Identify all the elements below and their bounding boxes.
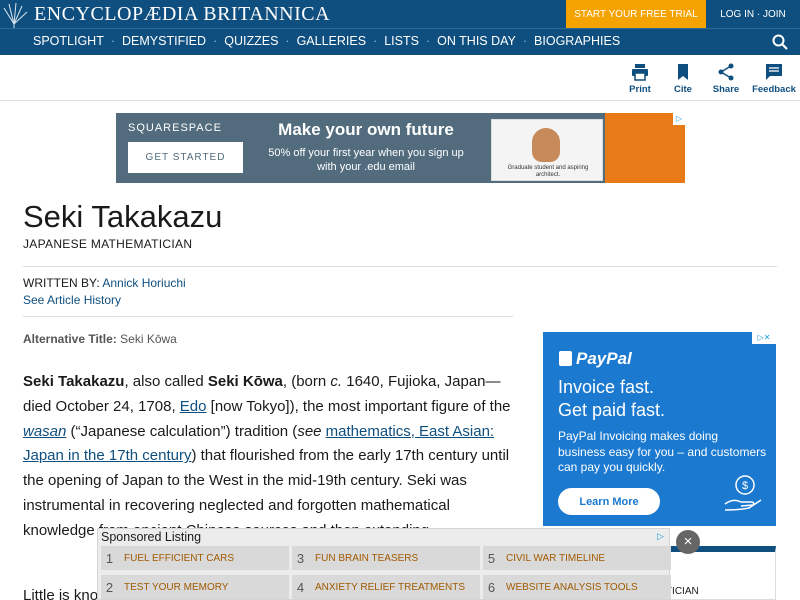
share-icon (718, 63, 734, 81)
sponsored-item-label: FUN BRAIN TEASERS (315, 552, 419, 564)
sponsored-item-number: 2 (105, 579, 114, 595)
nav-demystified[interactable]: DEMYSTIFIED (122, 34, 206, 48)
squarespace-banner-ad[interactable]: SQUARESPACE GET STARTED Make your own fu… (116, 113, 685, 183)
sponsored-item[interactable]: 6 WEBSITE ANALYSIS TOOLS (483, 575, 671, 599)
feedback-button[interactable]: Feedback (749, 63, 799, 95)
adchoices-icon[interactable]: ▷ (657, 531, 667, 541)
see-word: see (297, 422, 322, 440)
article-paragraph-2: Little is kno (23, 587, 99, 600)
nav-biographies[interactable]: BIOGRAPHIES (534, 34, 620, 48)
learn-more-button[interactable]: Learn More (558, 488, 660, 515)
paypal-headline-2: Get paid fast. (558, 400, 666, 420)
feedback-label: Feedback (752, 84, 796, 95)
nav-quizzes[interactable]: QUIZZES (224, 34, 278, 48)
ad-headline: Make your own future (278, 120, 454, 139)
hand-dollar-icon: $ (724, 475, 762, 511)
main-nav: SPOTLIGHT · DEMYSTIFIED · QUIZZES · GALL… (0, 28, 800, 55)
bold-alt-name: Seki Kōwa (207, 373, 283, 390)
text-run: , (born (282, 373, 331, 390)
text-run: [now Tokyo]), the most important figure … (206, 397, 511, 415)
nav-separator: · (110, 34, 116, 48)
nav-lists[interactable]: LISTS (384, 34, 419, 48)
nav-separator: · (213, 34, 218, 48)
nav-separator: · (373, 34, 378, 48)
share-label: Share (712, 84, 740, 95)
print-label: Print (629, 84, 651, 95)
paypal-logo-text: PayPal (576, 349, 632, 368)
text-run: (“Japanese calculation”) tradition ( (66, 422, 298, 440)
paypal-headline: Invoice fast. Get paid fast. (558, 376, 768, 422)
nav-separator: · (522, 34, 528, 48)
sponsored-item[interactable]: 1 FUEL EFFICIENT CARS (101, 546, 289, 570)
paypal-logo: PayPal (559, 349, 632, 369)
written-by: WRITTEN BY: Annick Horiuchi (23, 276, 186, 290)
free-trial-button[interactable]: START YOUR FREE TRIAL (566, 0, 706, 28)
alt-title-label: Alternative Title: (23, 332, 117, 346)
paypal-ad[interactable]: PayPal Invoice fast. Get paid fast. PayP… (543, 332, 776, 526)
nav-spotlight[interactable]: SPOTLIGHT (33, 34, 104, 48)
paypal-headline-1: Invoice fast. (558, 377, 655, 397)
bold-name: Seki Takakazu (23, 373, 125, 390)
paypal-icon (559, 351, 572, 366)
get-started-button[interactable]: GET STARTED (128, 142, 243, 173)
paypal-body: PayPal Invoicing makes doing business ea… (558, 429, 767, 474)
alt-title-value: Seki Kōwa (120, 332, 177, 346)
sponsored-item[interactable]: 2 TEST YOUR MEMORY (101, 575, 289, 599)
article-paragraph: Seki Takakazu, also called Seki Kōwa, (b… (23, 370, 523, 544)
wasan-link[interactable]: wasan (23, 423, 66, 440)
close-sponsored-button[interactable]: × (676, 530, 700, 554)
circa: c. (330, 373, 343, 390)
cite-label: Cite (674, 84, 692, 95)
ad-subline: 50% off your first year when you sign up… (268, 147, 464, 173)
search-icon[interactable] (772, 34, 788, 50)
share-button[interactable]: Share (701, 63, 751, 95)
divider (23, 266, 777, 267)
nav-galleries[interactable]: GALLERIES (297, 34, 366, 48)
alternative-title: Alternative Title: Seki Kōwa (23, 332, 177, 346)
sponsored-item-label: FUEL EFFICIENT CARS (124, 552, 235, 564)
nav-on-this-day[interactable]: ON THIS DAY (437, 34, 516, 48)
edo-link[interactable]: Edo (180, 398, 207, 415)
sponsored-listing: Sponsored Listing ▷ 1 FUEL EFFICIENT CAR… (97, 528, 671, 600)
ad-photo: Graduate student and aspiring architect. (491, 119, 603, 181)
sponsored-item-label: WEBSITE ANALYSIS TOOLS (506, 581, 638, 593)
print-icon (632, 64, 648, 81)
nav-separator: · (285, 34, 290, 48)
sponsored-item-number: 1 (105, 550, 114, 566)
person-icon (532, 128, 560, 162)
divider (23, 316, 513, 317)
text-run: , also called (124, 373, 208, 390)
sponsored-item[interactable]: 5 CIVIL WAR TIMELINE (483, 546, 671, 570)
sponsored-item-number: 5 (487, 550, 496, 566)
nav-separator: · (425, 34, 431, 48)
article-toolbar: Print Cite Share Feedback (0, 55, 800, 101)
page-title: Seki Takakazu (23, 199, 223, 234)
adchoices-icon[interactable]: ▷✕ (752, 332, 776, 344)
page-subtitle: JAPANESE MATHEMATICIAN (23, 237, 193, 251)
written-by-label: WRITTEN BY: (23, 276, 100, 290)
brand-logo[interactable]: ENCYCLOPÆDIA BRITANNICA (34, 3, 330, 26)
sponsored-item-label: ANXIETY RELIEF TREATMENTS (315, 581, 466, 593)
author-link[interactable]: Annick Horiuchi (102, 276, 185, 290)
sponsored-item-number: 3 (296, 550, 305, 566)
sponsored-item[interactable]: 3 FUN BRAIN TEASERS (292, 546, 480, 570)
sponsored-title: Sponsored Listing (101, 530, 202, 544)
article-history-link[interactable]: See Article History (23, 293, 121, 307)
login-join-button[interactable]: LOG IN · JOIN (706, 0, 800, 28)
sponsored-item-label: TEST YOUR MEMORY (124, 581, 229, 593)
ad-photo-caption: Graduate student and aspiring architect. (507, 165, 589, 178)
adchoices-icon[interactable]: ▷ (673, 113, 685, 125)
sponsored-item-number: 4 (296, 579, 305, 595)
sponsored-item[interactable]: 4 ANXIETY RELIEF TREATMENTS (292, 575, 480, 599)
sponsored-item-label: CIVIL WAR TIMELINE (506, 552, 606, 564)
squarespace-logo: SQUARESPACE (128, 122, 222, 134)
svg-text:$: $ (742, 480, 748, 492)
feedback-icon (766, 64, 782, 80)
sponsored-item-number: 6 (487, 579, 496, 595)
bookmark-icon (678, 64, 688, 80)
